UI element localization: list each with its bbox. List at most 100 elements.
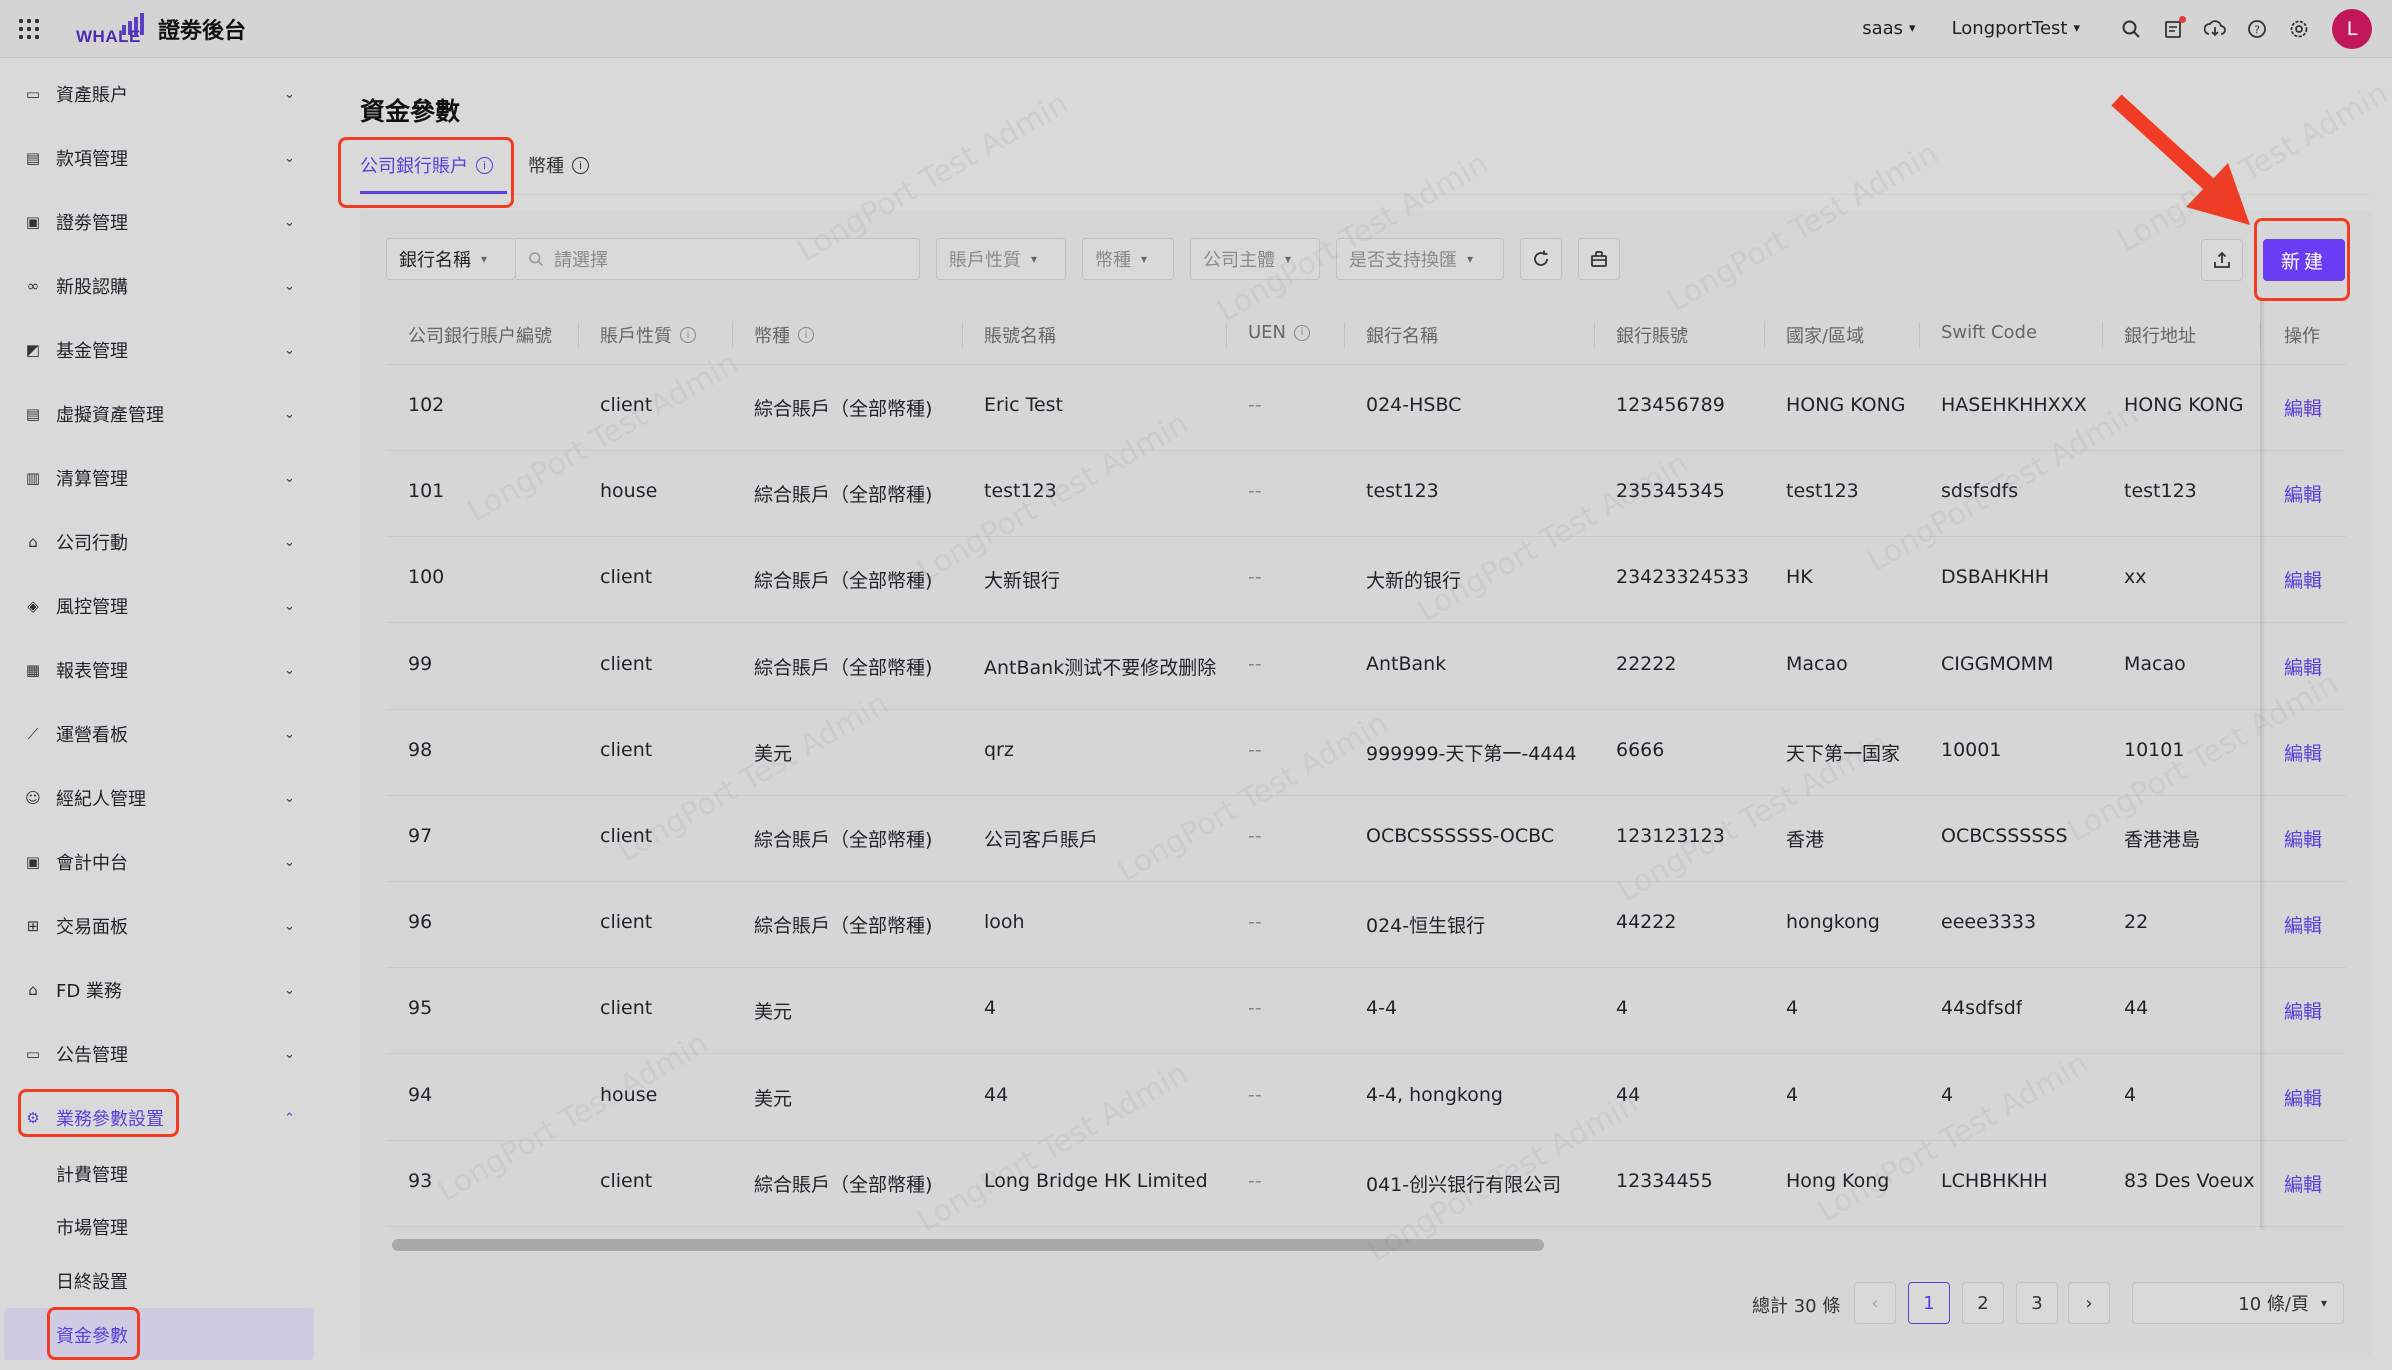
export-icon bbox=[2214, 251, 2230, 268]
apps-grid-icon[interactable] bbox=[0, 0, 58, 58]
table-cell: 024-恒生银行 bbox=[1366, 915, 1486, 938]
edit-link[interactable]: 編輯 bbox=[2284, 739, 2322, 766]
sidebar-item[interactable]: ▣ 會計中台 ⌄ bbox=[0, 838, 332, 886]
sidebar-item[interactable]: ∞ 新股認購 ⌄ bbox=[0, 262, 332, 310]
page-2-button[interactable]: 2 bbox=[1962, 1282, 2004, 1324]
search-icon[interactable] bbox=[2120, 18, 2142, 40]
row-divider bbox=[386, 622, 2346, 624]
sidebar-subitem[interactable]: 計費管理 bbox=[56, 1161, 128, 1187]
row-divider bbox=[386, 708, 2346, 710]
wallet-icon: ▭ bbox=[25, 85, 41, 103]
sidebar-item-label: 虛擬資產管理 bbox=[56, 405, 164, 426]
eraser-icon bbox=[1591, 251, 1607, 267]
table-header-cell: 幣種 i bbox=[754, 322, 814, 348]
tenant-dropdown[interactable]: saas ▾ bbox=[1862, 18, 1915, 39]
next-page-button[interactable]: › bbox=[2068, 1282, 2110, 1324]
page-3-button[interactable]: 3 bbox=[2016, 1282, 2058, 1324]
building-icon: ⌂ bbox=[28, 533, 38, 551]
table-header-label: 銀行名稱 bbox=[1366, 326, 1438, 347]
sidebar-item[interactable]: ▭ 資產賬户 ⌄ bbox=[0, 70, 332, 118]
table-cell: client bbox=[600, 825, 653, 847]
user-avatar[interactable]: L bbox=[2332, 8, 2372, 49]
sidebar-item[interactable]: ◈ 風控管理 ⌄ bbox=[0, 582, 332, 630]
sidebar-subitem[interactable]: 日終設置 bbox=[56, 1268, 128, 1294]
sidebar-item[interactable]: ▣ 證劵管理 ⌄ bbox=[0, 198, 332, 246]
table-cell: 綜合賬戶（全部幣種) bbox=[754, 915, 933, 938]
edit-link[interactable]: 編輯 bbox=[2284, 1170, 2322, 1197]
sidebar-subitem[interactable]: 資金參數 bbox=[56, 1322, 128, 1348]
chart-box-icon: ▣ bbox=[25, 213, 41, 231]
sidebar-item[interactable]: ▤ 虛擬資產管理 ⌄ bbox=[0, 390, 332, 438]
app-title: 證劵後台 bbox=[158, 18, 247, 44]
sidebar-item[interactable]: ⌂ FD 業務 ⌄ bbox=[0, 966, 332, 1014]
edit-link[interactable]: 編輯 bbox=[2284, 997, 2322, 1024]
table-header-label: 幣種 bbox=[754, 326, 790, 347]
table-header-cell: UEN i bbox=[1248, 322, 1311, 343]
account-type-select[interactable]: 賬戶性質 ▾ bbox=[936, 238, 1066, 280]
table-cell: AntBank bbox=[1366, 652, 1447, 675]
edit-link[interactable]: 編輯 bbox=[2284, 1084, 2322, 1111]
column-separator bbox=[1919, 322, 1920, 348]
table-cell: client bbox=[600, 1169, 653, 1192]
page-size-select[interactable]: 10 條/頁 ▾ bbox=[2132, 1282, 2344, 1324]
help-icon[interactable]: ? bbox=[2246, 18, 2268, 40]
highlight-box bbox=[338, 137, 514, 208]
sidebar-item-label: FD 業務 bbox=[56, 981, 122, 1002]
edit-link[interactable]: 編輯 bbox=[2284, 480, 2322, 507]
cloud-download-icon[interactable] bbox=[2204, 18, 2226, 40]
prev-page-button[interactable]: ‹ bbox=[1854, 1282, 1896, 1324]
sidebar-item[interactable]: ⊞ 交易面板 ⌄ bbox=[0, 902, 332, 950]
table-cell: 綜合賬戶（全部幣種) bbox=[754, 829, 933, 851]
table-cell: Eric Test bbox=[984, 394, 1063, 416]
table-header-cell: 銀行名稱 bbox=[1366, 322, 1438, 348]
sidebar-subitem[interactable]: 市場管理 bbox=[56, 1214, 128, 1240]
export-button[interactable] bbox=[2201, 239, 2243, 281]
highlight-box bbox=[2254, 218, 2350, 301]
table-cell: 999999-天下第一-4444 bbox=[1366, 742, 1577, 765]
table-cell: LCHBHKHH bbox=[1941, 1169, 2048, 1192]
settings-gear-icon[interactable] bbox=[2288, 18, 2310, 40]
refresh-button[interactable] bbox=[1520, 238, 1562, 280]
table-header-label: 國家/區域 bbox=[1786, 326, 1865, 347]
table-cell: 公司客戶賬戶 bbox=[984, 829, 1099, 851]
bank-name-field-select[interactable]: 銀行名稱 ▾ bbox=[386, 238, 516, 280]
table-cell: 100 bbox=[408, 566, 445, 589]
table-cell: OCBCSSSSSS-OCBC bbox=[1366, 825, 1555, 847]
supports-exchange-select[interactable]: 是否支持換匯 ▾ bbox=[1336, 238, 1504, 280]
edit-link[interactable]: 編輯 bbox=[2284, 394, 2322, 421]
account-dropdown[interactable]: LongportTest ▾ bbox=[1952, 18, 2080, 39]
edit-link[interactable]: 編輯 bbox=[2284, 825, 2322, 852]
sidebar-item[interactable]: ⟋ 運營看板 ⌄ bbox=[0, 710, 332, 758]
chevron-right-icon: › bbox=[2085, 1292, 2093, 1314]
edit-link[interactable]: 編輯 bbox=[2284, 911, 2322, 938]
sidebar-item[interactable]: ▤ 款項管理 ⌄ bbox=[0, 134, 332, 182]
sidebar-item[interactable]: ⌂ 公司行動 ⌄ bbox=[0, 518, 332, 566]
sidebar-item[interactable]: ▦ 報表管理 ⌄ bbox=[0, 646, 332, 694]
bank-name-search-input[interactable]: 請選擇 bbox=[516, 238, 920, 280]
table-cell: 44sdfsdf bbox=[1941, 997, 2023, 1020]
sidebar-item[interactable]: ▥ 清算管理 ⌄ bbox=[0, 454, 332, 502]
chevron-down-icon: ⌄ bbox=[284, 598, 295, 614]
sidebar-item-label: 基金管理 bbox=[56, 341, 128, 362]
clear-filter-button[interactable] bbox=[1578, 238, 1620, 280]
report-icon: ▦ bbox=[25, 661, 41, 679]
tab-currency[interactable]: 幣種 i bbox=[528, 152, 589, 178]
table-header-cell: 國家/區域 bbox=[1786, 322, 1864, 348]
sidebar-item[interactable]: ◩ 基金管理 ⌄ bbox=[0, 326, 332, 374]
whale-logo: WHALE bbox=[76, 11, 144, 47]
task-icon[interactable] bbox=[2162, 15, 2186, 40]
page-1-button[interactable]: 1 bbox=[1908, 1282, 1950, 1324]
horizontal-scrollbar-thumb[interactable] bbox=[392, 1239, 1544, 1251]
table-cell: AntBank测试不要修改删除 bbox=[984, 656, 1217, 679]
sidebar-item[interactable]: ▭ 公告管理 ⌄ bbox=[0, 1030, 332, 1078]
table-header-label: UEN bbox=[1248, 322, 1287, 343]
currency-select[interactable]: 幣種 ▾ bbox=[1082, 238, 1174, 280]
table-cell: -- bbox=[1248, 1083, 1262, 1106]
edit-link[interactable]: 編輯 bbox=[2284, 566, 2322, 593]
chevron-down-icon: ⌄ bbox=[284, 406, 295, 422]
edit-link[interactable]: 編輯 bbox=[2284, 653, 2322, 680]
table-cell: test123 bbox=[2124, 480, 2197, 503]
company-entity-select[interactable]: 公司主體 ▾ bbox=[1190, 238, 1320, 280]
sidebar-item[interactable]: ☺ 經紀人管理 ⌄ bbox=[0, 774, 332, 822]
table-cell: 10001 bbox=[1941, 738, 2002, 761]
